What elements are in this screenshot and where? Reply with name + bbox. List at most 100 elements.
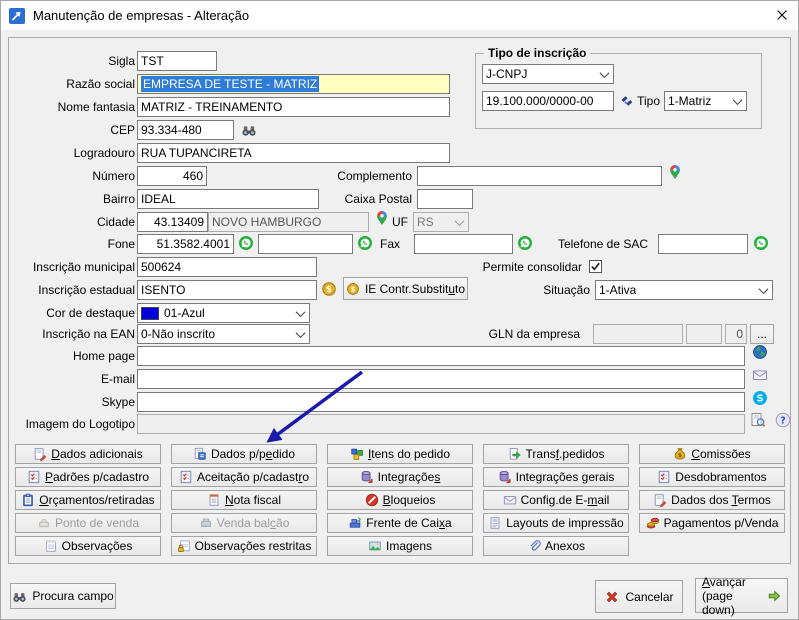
gln-browse-button[interactable]: ... [750, 324, 774, 344]
caixa-postal-label: Caixa Postal [309, 189, 412, 209]
button-dados-p-pedido[interactable]: Dados p/pedido [171, 444, 317, 464]
complemento-input[interactable] [417, 166, 662, 186]
button-itens-do-pedido[interactable]: Itens do pedido [327, 444, 473, 464]
telefone-sac-whatsapp-icon[interactable] [753, 235, 769, 251]
cnpj-input[interactable]: 19.100.000/0000-00 [482, 91, 614, 111]
help-icon[interactable] [775, 412, 791, 428]
ie-contr-substituto-button[interactable]: IE Contr.Substituto [343, 277, 468, 300]
button-frente-de-caixa[interactable]: Frente de Caixa [327, 513, 473, 533]
button-label: Nota fiscal [225, 493, 281, 507]
coin-icon [346, 282, 360, 296]
sigla-label: Sigla [11, 51, 135, 71]
sigla-input[interactable]: TST [137, 51, 217, 71]
email-input[interactable] [137, 369, 745, 389]
app-icon [9, 8, 25, 24]
home-page-input[interactable] [137, 346, 745, 366]
nome-fantasia-label: Nome fantasia [11, 97, 135, 117]
button-aceitacao-p-cadastro[interactable]: Aceitação p/cadastro [171, 467, 317, 487]
button-observacoes-restritas[interactable]: Observações restritas [171, 536, 317, 556]
procura-campo-button[interactable]: Procura campo [10, 583, 116, 609]
button-integracoes[interactable]: Integrações [327, 467, 473, 487]
caixa-postal-input[interactable] [417, 189, 473, 209]
doc-order-icon [193, 447, 207, 461]
skype-icon[interactable] [752, 390, 768, 406]
situacao-combo[interactable]: 1-Ativa [595, 280, 773, 300]
button-orcamentos-retiradas[interactable]: Orçamentos/retiradas [15, 490, 161, 510]
skype-input[interactable] [137, 392, 745, 412]
permite-consolidar-checkbox[interactable] [589, 260, 602, 273]
button-desdobramentos[interactable]: Desdobramentos [639, 467, 785, 487]
button-pagamentos-p-venda[interactable]: Pagamentos p/Venda [639, 513, 785, 533]
nome-fantasia-input[interactable]: MATRIZ - TREINAMENTO [137, 97, 450, 117]
sintegra-coin-icon[interactable] [321, 281, 337, 297]
button-anexos[interactable]: Anexos [483, 536, 629, 556]
cor-destaque-combo[interactable]: 01-Azul [137, 303, 310, 323]
razao-social-input[interactable]: EMPRESA DE TESTE - MATRIZ [137, 74, 450, 94]
chevron-down-icon [729, 92, 746, 110]
tipo-inscricao-title: Tipo de inscrição [484, 46, 590, 61]
checklist-icon [657, 470, 671, 484]
button-integracoes-gerais[interactable]: Integrações gerais [483, 467, 629, 487]
inscricao-estadual-input[interactable]: ISENTO [137, 280, 317, 300]
chevron-down-icon [596, 65, 613, 83]
logradouro-input[interactable]: RUA TUPANCIRETA [137, 143, 450, 163]
fone2-input[interactable] [258, 234, 353, 254]
numero-input[interactable]: 460 [137, 166, 207, 186]
inscricao-ean-label: Inscrição na EAN [11, 324, 135, 344]
button-label: Aceitação p/cadastro [197, 470, 309, 484]
inscricao-estadual-label: Inscrição estadual [11, 280, 135, 300]
button-imagens[interactable]: Imagens [327, 536, 473, 556]
cep-binoculars-icon[interactable] [241, 122, 257, 138]
avancar-button[interactable]: Avançar (page down) [695, 578, 788, 613]
globe-icon[interactable] [752, 344, 768, 360]
cidade-label: Cidade [11, 212, 135, 232]
telefone-sac-input[interactable] [658, 234, 748, 254]
inscricao-ean-combo[interactable]: 0-Não inscrito [137, 324, 310, 344]
block-icon [365, 493, 379, 507]
fax-input[interactable] [414, 234, 513, 254]
green-arrow-icon [767, 588, 781, 604]
uf-label: UF [359, 212, 408, 232]
button-bloqueios[interactable]: Bloqueios [327, 490, 473, 510]
database-icon [360, 470, 374, 484]
fax-label: Fax [349, 234, 400, 254]
button-nota-fiscal[interactable]: Nota fiscal [171, 490, 317, 510]
button-label: Ponto de venda [55, 516, 139, 530]
skype-label: Skype [11, 392, 135, 412]
button-label: Padrões p/cadastro [45, 470, 149, 484]
inscricao-municipal-input[interactable]: 500624 [137, 257, 317, 277]
button-padroes-p-cadastro[interactable]: Padrões p/cadastro [15, 467, 161, 487]
close-button[interactable] [775, 8, 789, 22]
button-dados-adicionais[interactable]: Dados adicionais [15, 444, 161, 464]
notepad-lock-icon [177, 539, 191, 553]
fone1-whatsapp-icon[interactable] [238, 235, 254, 251]
doc-edit-icon [653, 493, 667, 507]
button-label: Comissões [691, 447, 750, 461]
tipo-documento-combo[interactable]: J-CNPJ [482, 64, 614, 84]
cidade-codigo-input[interactable]: 43.13409 [137, 212, 208, 232]
bairro-input[interactable]: IDEAL [137, 189, 319, 209]
button-label: Frente de Caixa [366, 516, 451, 530]
email-envelope-icon[interactable] [752, 367, 768, 383]
numero-label: Número [11, 166, 135, 186]
cep-label: CEP [11, 120, 135, 140]
tipo-matriz-combo[interactable]: 1-Matriz [664, 91, 747, 111]
binoculars-icon [12, 589, 27, 604]
moneybag-icon [673, 447, 687, 461]
button-label: Dados adicionais [51, 447, 142, 461]
button-observacoes[interactable]: Observações [15, 536, 161, 556]
cancelar-button[interactable]: Cancelar [595, 580, 683, 613]
bairro-label: Bairro [11, 189, 135, 209]
button-comissoes[interactable]: Comissões [639, 444, 785, 464]
logo-preview-icon[interactable] [750, 412, 766, 428]
fone1-input[interactable]: 51.3582.4001 [137, 234, 234, 254]
button-dados-dos-termos[interactable]: Dados dos Termos [639, 490, 785, 510]
button-label: Imagens [386, 539, 432, 553]
cep-input[interactable]: 93.334-480 [137, 120, 234, 140]
button-layouts-de-impressao[interactable]: Layouts de impressão [483, 513, 629, 533]
complemento-map-pin-icon[interactable] [667, 164, 683, 180]
button-config-de-e-mail[interactable]: Config.de E-mail [483, 490, 629, 510]
gln-input-2 [686, 324, 722, 344]
doc-edit-icon [33, 447, 47, 461]
button-transf-pedidos[interactable]: Transf.pedidos [483, 444, 629, 464]
